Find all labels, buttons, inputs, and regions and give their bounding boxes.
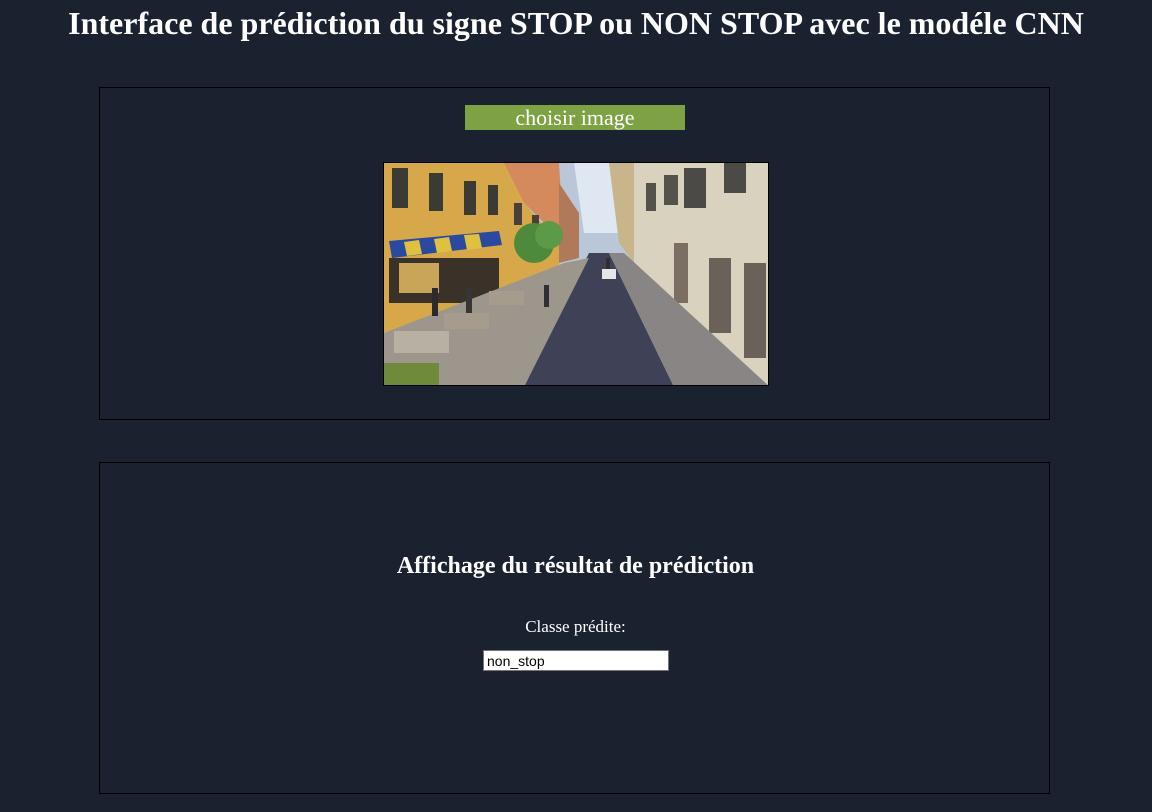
result-heading: Affichage du résultat de prédiction (396, 553, 755, 579)
result-panel: Affichage du résultat de prédiction Clas… (99, 462, 1050, 794)
page-title: Interface de prédiction du signe STOP ou… (68, 5, 1084, 41)
street-photo (384, 163, 768, 385)
choose-image-button[interactable]: choisir image (465, 105, 685, 130)
preview-image (383, 162, 769, 386)
predicted-class-label: Classe prédite: (525, 617, 626, 636)
predicted-class-field[interactable] (483, 650, 669, 671)
upload-panel: choisir image (99, 87, 1050, 420)
